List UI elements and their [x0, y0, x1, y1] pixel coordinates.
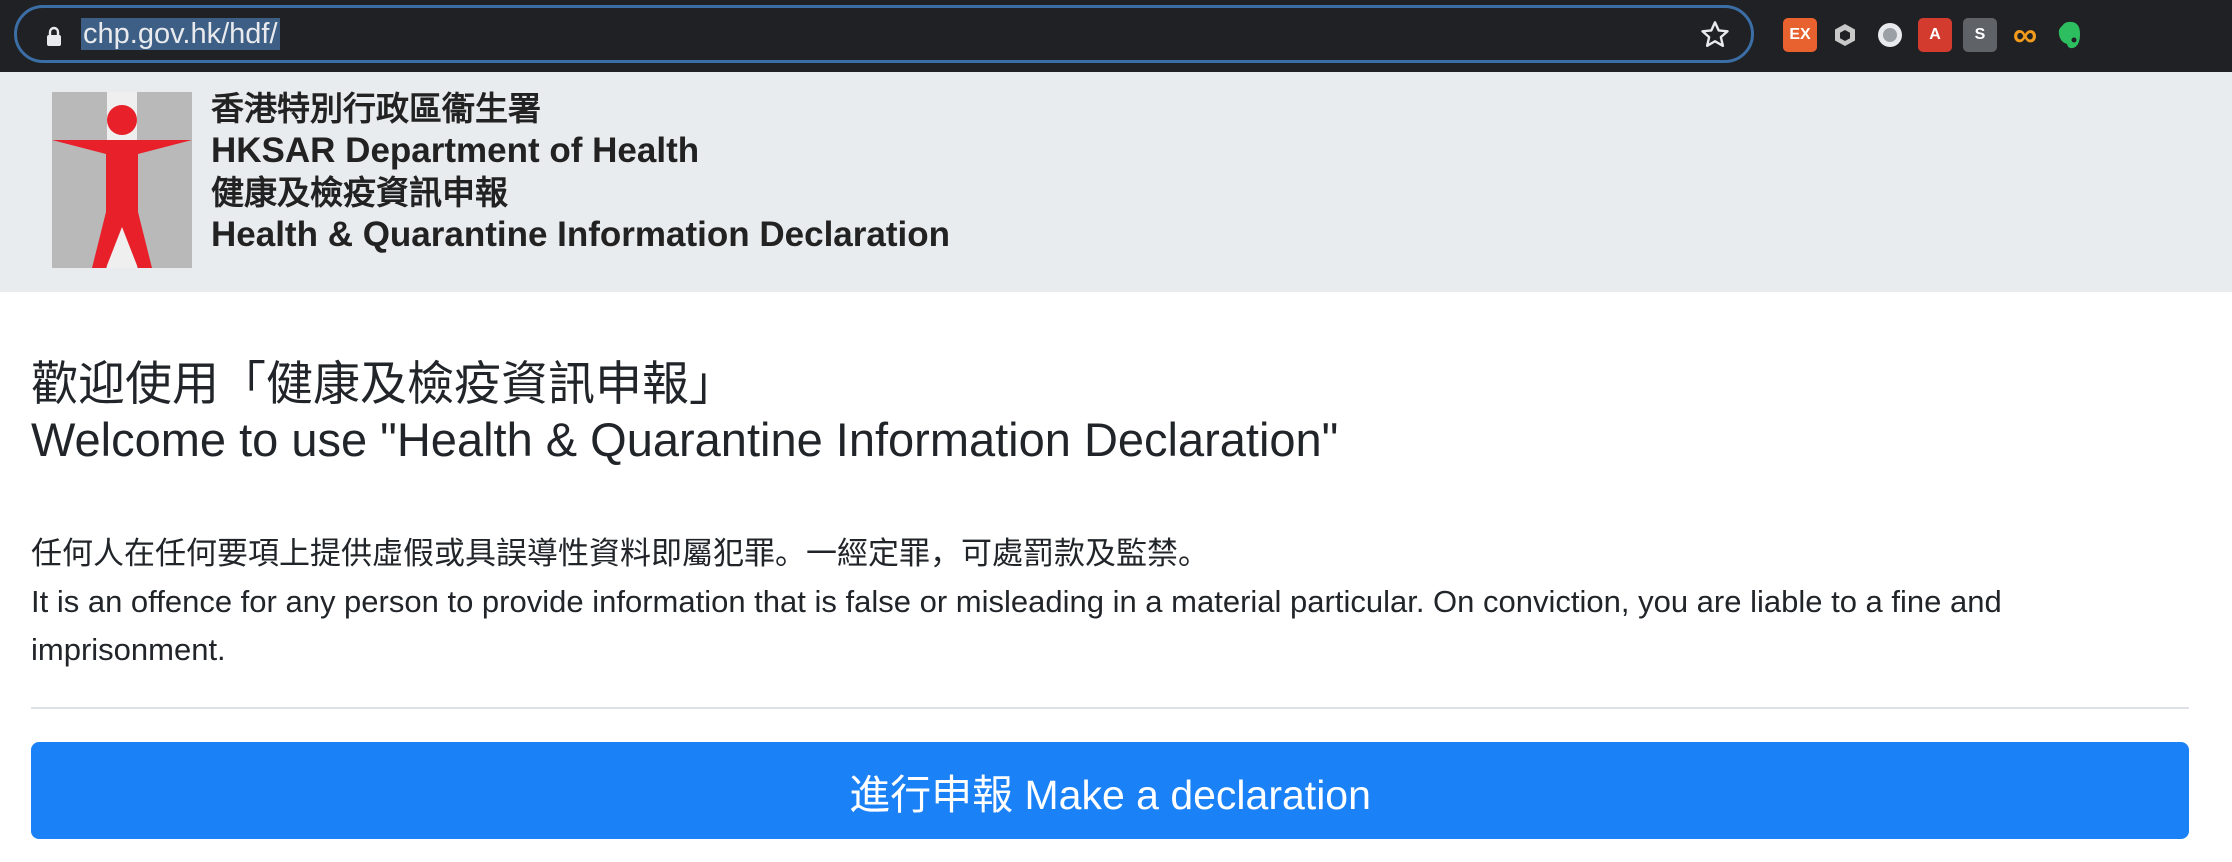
legal-notice-en: It is an offence for any person to provi…: [31, 584, 2002, 667]
legal-notice: 任何人在任何要項上提供虛假或具誤導性資料即屬犯罪。一經定罪，可處罰款及監禁。 I…: [31, 530, 2181, 674]
header-titles: 香港特別行政區衞生署 HKSAR Department of Health 健康…: [211, 88, 950, 256]
url-text[interactable]: chp.gov.hk/hdf/: [81, 16, 280, 52]
cube-extension-icon[interactable]: [1828, 18, 1862, 52]
department-name-zh: 香港特別行政區衞生署: [211, 90, 541, 127]
welcome-heading-en: Welcome to use "Health & Quarantine Info…: [31, 413, 1339, 466]
form-title-en: Health & Quarantine Information Declarat…: [211, 215, 950, 254]
form-title-zh: 健康及檢疫資訊申報: [211, 174, 508, 211]
legal-notice-zh: 任何人在任何要項上提供虛假或具誤導性資料即屬犯罪。一經定罪，可處罰款及監禁。: [31, 536, 1209, 571]
department-of-health-logo: [52, 92, 192, 268]
bookmark-star-icon[interactable]: [1699, 19, 1731, 51]
site-header: 香港特別行政區衞生署 HKSAR Department of Health 健康…: [0, 72, 2232, 292]
make-declaration-button[interactable]: 進行申報 Make a declaration: [31, 742, 2189, 839]
address-bar[interactable]: chp.gov.hk/hdf/: [14, 5, 1754, 63]
browser-toolbar: chp.gov.hk/hdf/ EX A S ∞: [0, 0, 2232, 72]
ex-extension-icon[interactable]: EX: [1783, 18, 1817, 52]
divider: [31, 707, 2189, 709]
lock-icon: [47, 26, 61, 46]
infinity-extension-icon[interactable]: ∞: [2008, 16, 2042, 54]
evernote-extension-icon[interactable]: [2053, 18, 2087, 52]
s-extension-icon[interactable]: S: [1963, 18, 1997, 52]
welcome-heading: 歡迎使用「健康及檢疫資訊申報」 Welcome to use "Health &…: [31, 356, 1338, 468]
department-name-en: HKSAR Department of Health: [211, 131, 700, 170]
url-selected: chp.gov.hk/hdf/: [81, 18, 280, 50]
pdf-extension-icon[interactable]: A: [1918, 18, 1952, 52]
welcome-heading-zh: 歡迎使用「健康及檢疫資訊申報」: [31, 357, 736, 410]
circle-extension-icon[interactable]: [1873, 18, 1907, 52]
